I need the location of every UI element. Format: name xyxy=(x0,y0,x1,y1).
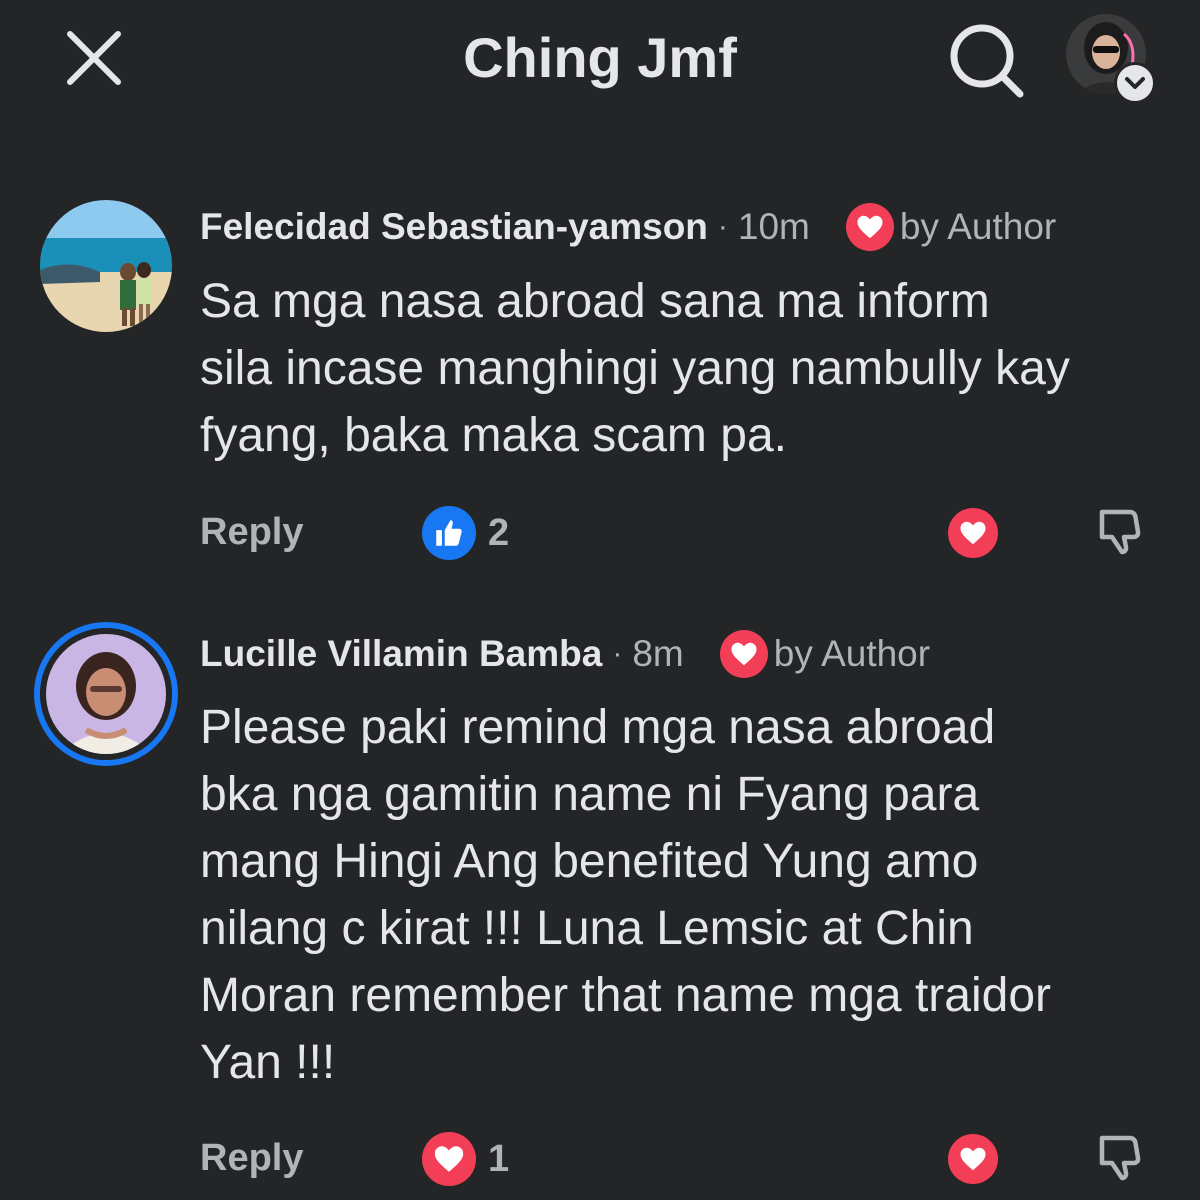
dislike-button[interactable] xyxy=(1092,1128,1148,1184)
comment-line: mang Hingi Ang benefited Yung amo xyxy=(200,835,979,888)
like-icon xyxy=(422,506,476,560)
reaction-summary[interactable]: 1 xyxy=(422,1132,509,1186)
thumbs-down-icon xyxy=(1099,509,1141,555)
reply-button[interactable]: Reply xyxy=(200,502,303,562)
comments-screen: Ching Jmf Felecidad Sebastian-yamson · 1… xyxy=(0,0,1200,1200)
avatar-photo-beach xyxy=(40,200,172,332)
love-react-button[interactable] xyxy=(948,508,998,558)
account-menu-button[interactable] xyxy=(1114,62,1156,104)
comment-text: Sa mga nasa abroad sana ma inform sila i… xyxy=(200,268,1180,469)
comment-line: Please paki remind mga nasa abroad xyxy=(200,701,996,754)
reaction-summary[interactable]: 2 xyxy=(422,506,509,560)
comment-actions: Reply 1 xyxy=(0,1128,1200,1188)
comment-line: sila incase manghingi yang nambully kay xyxy=(200,342,1070,395)
comment-time[interactable]: 10m xyxy=(738,206,810,248)
thumbs-down-icon xyxy=(1099,1135,1141,1181)
header-bar: Ching Jmf xyxy=(0,0,1200,120)
author-heart-badge: by Author xyxy=(719,630,931,678)
avatar[interactable] xyxy=(40,628,172,760)
reply-button[interactable]: Reply xyxy=(200,1128,303,1188)
meta-separator: · xyxy=(717,210,728,243)
author-heart-badge: by Author xyxy=(845,203,1057,251)
comment-time[interactable]: 8m xyxy=(632,633,683,675)
dislike-button[interactable] xyxy=(1092,502,1148,558)
by-author-label: by Author xyxy=(899,206,1057,247)
avatar[interactable] xyxy=(40,200,172,332)
heart-icon xyxy=(960,521,986,545)
comment-line: nilang c kirat !!! Luna Lemsic at Chin xyxy=(200,902,974,955)
heart-icon xyxy=(422,1132,476,1186)
search-button[interactable] xyxy=(944,20,1030,100)
heart-icon xyxy=(960,1147,986,1171)
comment-line: fyang, baka maka scam pa. xyxy=(200,409,787,462)
author-name[interactable]: Lucille Villamin Bamba xyxy=(200,633,602,675)
heart-icon xyxy=(845,203,894,251)
comment-line: Sa mga nasa abroad sana ma inform xyxy=(200,275,990,328)
comment-meta: Lucille Villamin Bamba · 8m by Author xyxy=(200,629,930,679)
meta-separator: · xyxy=(612,637,623,670)
comment-actions: Reply 2 xyxy=(0,502,1200,562)
by-author-label: by Author xyxy=(773,633,931,674)
comment-line: Yan !!! xyxy=(200,1036,336,1089)
comment-text: Please paki remind mga nasa abroad bka n… xyxy=(200,694,1180,1096)
comment-line: bka nga gamitin name ni Fyang para xyxy=(200,768,980,821)
avatar-photo-portrait xyxy=(46,634,166,754)
comment-meta: Felecidad Sebastian-yamson · 10m by Auth… xyxy=(200,202,1056,252)
reaction-count: 2 xyxy=(488,511,510,554)
search-icon xyxy=(950,24,1024,98)
heart-icon xyxy=(719,630,768,678)
author-name[interactable]: Felecidad Sebastian-yamson xyxy=(200,206,708,248)
reaction-count: 1 xyxy=(488,1137,510,1180)
love-react-button[interactable] xyxy=(948,1134,998,1184)
comment-line: Moran remember that name mga traidor xyxy=(200,969,1052,1022)
chevron-down-icon xyxy=(1125,77,1145,89)
